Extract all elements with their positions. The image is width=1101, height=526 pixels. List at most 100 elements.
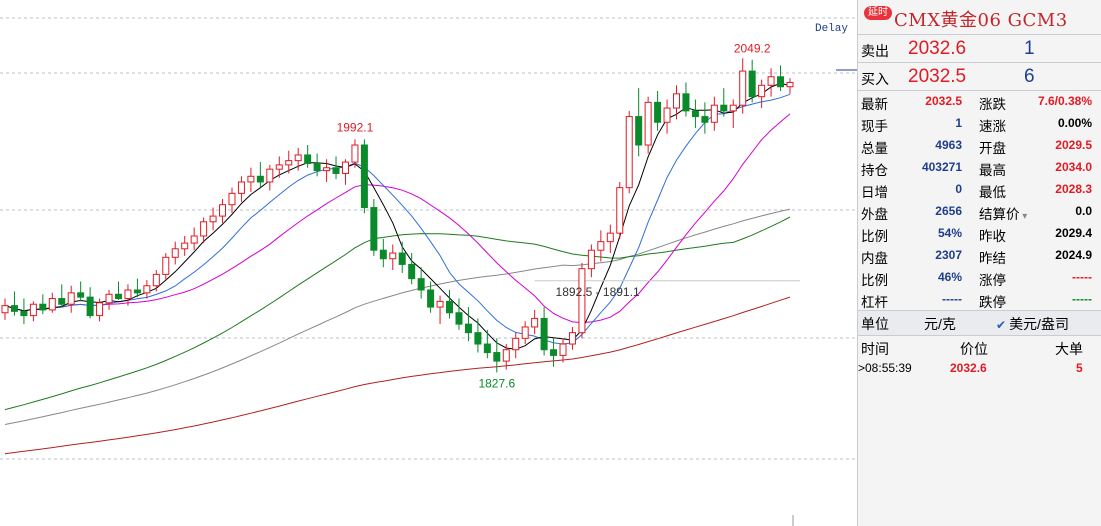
candle-body [152, 273, 160, 287]
stat-label: 最新 [861, 97, 888, 112]
unit-option-yuan-gram[interactable]: 元/克 [924, 314, 956, 334]
sell-price: 2032.6 [908, 38, 967, 59]
candle-body [758, 84, 766, 98]
candle-body [578, 268, 586, 334]
stat-label: 跌停 [979, 295, 1006, 310]
stat-value: ----- [1072, 292, 1092, 306]
sell-quote-row: 卖出 2032.6 1 [858, 34, 1101, 63]
stats-row: 日增 0 最低 2028.3 [858, 179, 1101, 201]
stat-value: 2029.5 [1055, 138, 1092, 152]
stat-label: 比例 [861, 273, 888, 288]
candle-body [228, 192, 236, 206]
stat-label: 内盘 [861, 251, 888, 266]
stat-value: 7.6/0.38% [1037, 94, 1092, 108]
candle-body [493, 352, 501, 362]
stat-label: 开盘 [979, 141, 1006, 156]
candle-body [313, 162, 321, 172]
stats-row: 最新 2032.5 涨跌 7.6/0.38% [858, 91, 1101, 113]
buy-price: 2032.5 [908, 66, 967, 87]
stat-label: 最高 [979, 163, 1006, 178]
candle-body [531, 317, 539, 328]
panel-title-bar: 延时 CMX黄金06 GCM3 [858, 0, 1101, 34]
stats-row: 杠杆 ----- 跌停 ----- [858, 289, 1101, 311]
candle-body [502, 349, 510, 362]
stat-value: 2024.9 [1055, 248, 1092, 262]
candle-body [786, 81, 794, 88]
candle-body [219, 204, 227, 217]
annotation-high-2: 2049.2 [734, 41, 771, 55]
candle-body [408, 263, 416, 280]
tick-header-time: 时间 [861, 341, 889, 357]
candle-body [105, 293, 113, 304]
chart-canvas[interactable]: 1992.1 2049.2 1827.6 1892.5 - 1891.1 Delay [0, 0, 857, 526]
delay-badge: 延时 [864, 6, 892, 20]
stat-value: 2656 [935, 204, 962, 218]
candle-body [540, 317, 548, 351]
candle-body [20, 310, 28, 317]
stat-label: 持仓 [861, 163, 888, 178]
stat-label: 结算价 ▾ [979, 207, 1028, 222]
quote-panel: 延时 CMX黄金06 GCM3 卖出 2032.6 1 买入 2032.5 6 … [857, 0, 1101, 526]
candle-body [143, 285, 151, 294]
candle-body [748, 70, 756, 98]
candle-body [398, 252, 406, 265]
candle-body [663, 107, 671, 123]
stat-value: 2028.3 [1055, 182, 1092, 196]
annotation-gap: 1892.5 - 1891.1 [556, 285, 640, 299]
stat-value: 54% [937, 226, 962, 240]
candle-body [654, 101, 662, 123]
candle-body [474, 332, 482, 345]
candle-body [729, 104, 737, 112]
candle-body [86, 296, 94, 317]
sell-volume: 1 [1024, 38, 1035, 59]
candle-body [237, 181, 245, 194]
stat-value: 2307 [935, 248, 962, 262]
candle-body [171, 248, 179, 258]
candle-body [417, 278, 425, 291]
stat-value: ----- [942, 292, 962, 306]
candle-body [767, 76, 775, 86]
candle-body [550, 349, 558, 356]
stats-row: 现手 1 速涨 0.00% [858, 113, 1101, 135]
tick-header-big: 大单 [1055, 341, 1083, 357]
stat-value: ----- [1072, 270, 1092, 284]
candle-body [559, 343, 567, 356]
candle-body [370, 207, 378, 251]
stat-label: 外盘 [861, 207, 888, 222]
annotation-high-1: 1992.1 [337, 120, 374, 134]
candle-body [379, 249, 387, 260]
delay-label: Delay [815, 23, 848, 35]
stat-value: 2034.0 [1055, 160, 1092, 174]
chevron-down-icon[interactable]: ▾ [1020, 211, 1027, 222]
tick-header-price: 价位 [960, 341, 988, 357]
unit-option-usd-ounce[interactable]: ✔ 美元/盎司 [996, 314, 1069, 334]
candle-body [77, 292, 85, 298]
candle-body [427, 289, 435, 308]
candle-body [464, 323, 472, 334]
stats-row: 外盘 2656 结算价 ▾ 0.0 [858, 201, 1101, 223]
stat-label: 比例 [861, 229, 888, 244]
check-icon: ✔ [996, 318, 1007, 332]
stat-label: 昨结 [979, 251, 1006, 266]
candle-body [512, 337, 520, 351]
candle-body [587, 249, 595, 270]
ma-line-gray [4, 208, 791, 425]
candle-body [124, 289, 132, 300]
candle-body [304, 154, 312, 164]
stat-value: 1 [955, 116, 962, 130]
instrument-title: CMX黄金06 GCM3 [894, 10, 1068, 31]
candlestick-chart[interactable]: 1992.1 2049.2 1827.6 1892.5 - 1891.1 Delay [0, 0, 857, 526]
candle-body [133, 289, 141, 294]
stat-value: 403271 [921, 160, 962, 174]
stat-value: 4963 [935, 138, 962, 152]
buy-quote-row: 买入 2032.5 6 [858, 62, 1101, 91]
candle-body [190, 235, 198, 244]
buy-label: 买入 [861, 71, 889, 87]
candle-body [521, 326, 529, 339]
stat-label: 速涨 [979, 119, 1006, 134]
candle-body [606, 232, 614, 243]
annotation-low-1: 1827.6 [478, 376, 515, 390]
candle-body [1, 305, 9, 314]
stats-row: 比例 46% 涨停 ----- [858, 267, 1101, 289]
candle-body [48, 298, 56, 311]
